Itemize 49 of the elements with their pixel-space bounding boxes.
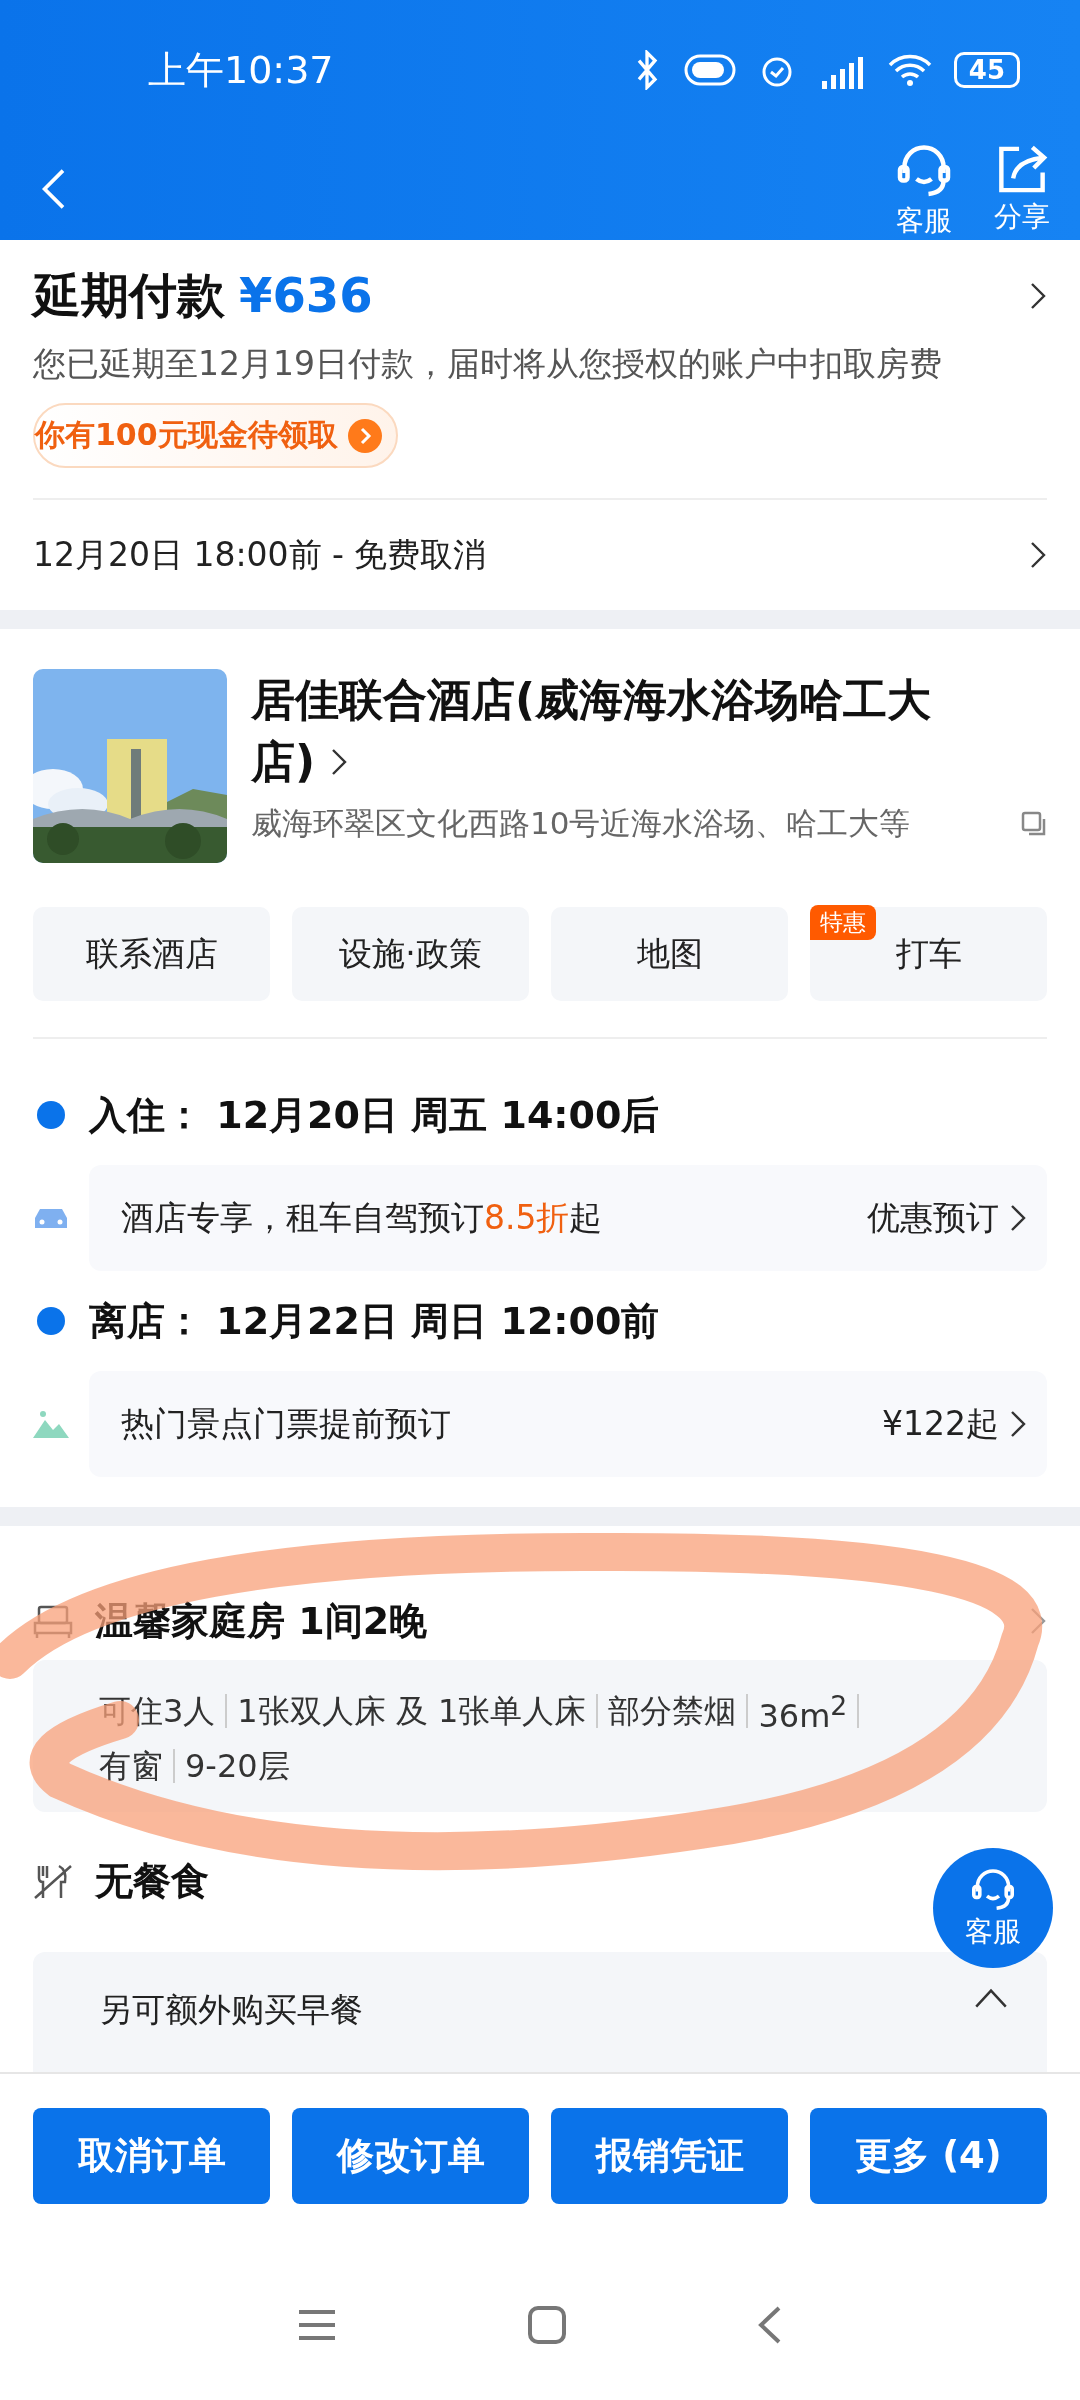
meal-title: 无餐食 (95, 1858, 209, 1906)
chevron-right-icon (1029, 540, 1047, 570)
offer-row[interactable]: 热门景点门票提前预订 ¥122起 (89, 1371, 1047, 1478)
offer-action: ¥122起 (882, 1401, 1027, 1447)
copy-icon[interactable] (1021, 811, 1047, 838)
hotel-action-button[interactable]: 地图 (551, 907, 788, 1002)
hotel-name-link[interactable]: 居佳联合酒店(威海海水浴场哈工大店) (251, 669, 1047, 794)
timeline-dot (37, 1307, 65, 1336)
hotel-address: 威海环翠区文化西路10号近海水浴场、哈工大等 (251, 804, 911, 844)
battery-indicator: 45 (953, 52, 1020, 88)
room-spec: 36m$^{2}$ (758, 1689, 848, 1737)
order-action-button[interactable]: 报销凭证 (551, 2107, 788, 2204)
stay-date: 离店： 12月22日 周日 12:00前 (89, 1297, 660, 1345)
back-icon[interactable] (757, 2305, 783, 2346)
caret-icon (975, 1987, 1007, 2008)
room-spec: 1张双人床 及 1张单人床 (237, 1691, 587, 1733)
room-spec: 部分禁烟 (608, 1691, 737, 1733)
chevron-right-icon (1029, 281, 1047, 311)
breakfast-extra: 另可额外购买早餐 (99, 1988, 363, 2031)
car-icon (33, 1206, 69, 1231)
hotel-action-button[interactable]: 设施·政策 (292, 907, 529, 1002)
home-icon[interactable] (527, 2305, 567, 2346)
status-time: 上午10:37 (148, 46, 334, 94)
stay-date: 入住： 12月20日 周五 14:00后 (89, 1091, 660, 1139)
arrow-circle-icon (347, 418, 382, 453)
offer-text: 热门景点门票提前预订 (121, 1402, 451, 1445)
offer-text: 酒店专享，租车自驾预订8.5折起 (121, 1196, 603, 1239)
toggle-icon (683, 53, 736, 87)
offer-row[interactable]: 酒店专享，租车自驾预订8.5折起 优惠预订 (89, 1165, 1047, 1272)
share-button[interactable]: 分享 (994, 140, 1050, 240)
offer-action: 优惠预订 (867, 1195, 1027, 1241)
payment-amount: ¥636 (239, 267, 373, 323)
hotel-action-button[interactable]: 联系酒店 (33, 907, 270, 1002)
room-spec: 可住3人 (99, 1691, 216, 1733)
menu-icon[interactable] (297, 2308, 337, 2343)
order-action-button[interactable]: 修改订单 (292, 2107, 529, 2204)
room-title: 温馨家庭房 1间2晚 (95, 1597, 429, 1645)
wifi-icon (887, 53, 932, 87)
payment-note: 您已延期至12月19日付款，届时将从您授权的账户中扣取房费 (33, 343, 943, 385)
hotel-action-button[interactable]: 特惠 打车 (810, 907, 1047, 1002)
deal-badge: 特惠 (810, 905, 876, 941)
room-spec: 9-20层 (185, 1745, 290, 1787)
timeline-dot (37, 1101, 65, 1130)
customer-service-button[interactable]: 客服 (894, 140, 954, 240)
order-action-button[interactable]: 取消订单 (33, 2107, 270, 2204)
room-spec: 有窗 (99, 1745, 163, 1787)
mountain-icon (33, 1410, 69, 1439)
payment-title: 延期付款 (33, 267, 225, 323)
order-action-button[interactable]: 更多 (4) (810, 2107, 1047, 2204)
